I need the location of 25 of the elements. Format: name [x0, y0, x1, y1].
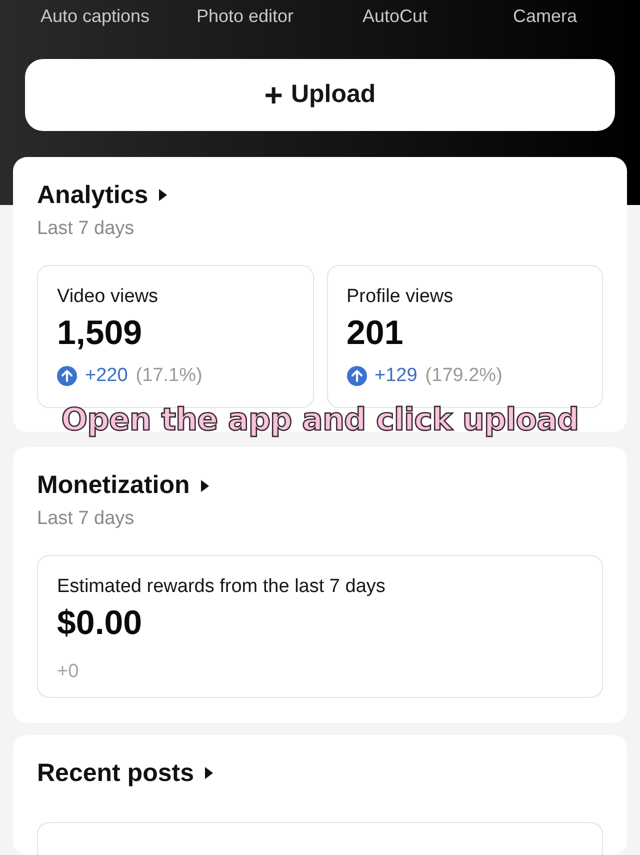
caret-icon: [158, 189, 168, 202]
metric-change: +220: [85, 364, 128, 387]
period-label: Last 7 days: [37, 218, 136, 240]
section-title[interactable]: Monetization: [37, 471, 190, 500]
metric-percent: (17.1%): [136, 364, 202, 387]
metric-change: +129: [374, 364, 418, 387]
rewards-value: $0.00: [57, 604, 144, 644]
caret-icon: [204, 767, 214, 780]
metric-percent: (179.2%): [425, 364, 502, 387]
rewards-change: +0: [57, 661, 80, 684]
metric-label: Profile views: [346, 286, 454, 308]
caret-icon: [200, 480, 210, 492]
rewards-label: Estimated rewards from the last 7 days: [57, 576, 386, 598]
period-label: Last 7 days: [37, 508, 136, 530]
metric-value: 1,509: [57, 314, 144, 353]
metric-value: 201: [346, 314, 404, 353]
tool-label[interactable]: Auto captions: [20, 6, 170, 30]
tool-label[interactable]: AutoCut: [320, 6, 470, 30]
tool-label[interactable]: Camera: [470, 6, 620, 30]
section-title[interactable]: Recent posts: [37, 758, 194, 788]
metric-label: Video views: [57, 286, 160, 308]
upload-button[interactable]: + Upload: [25, 59, 615, 131]
overlay-caption: Open the app and click upload: [60, 402, 580, 438]
tool-label[interactable]: Photo editor: [170, 6, 320, 30]
section-title[interactable]: Analytics: [37, 180, 148, 210]
